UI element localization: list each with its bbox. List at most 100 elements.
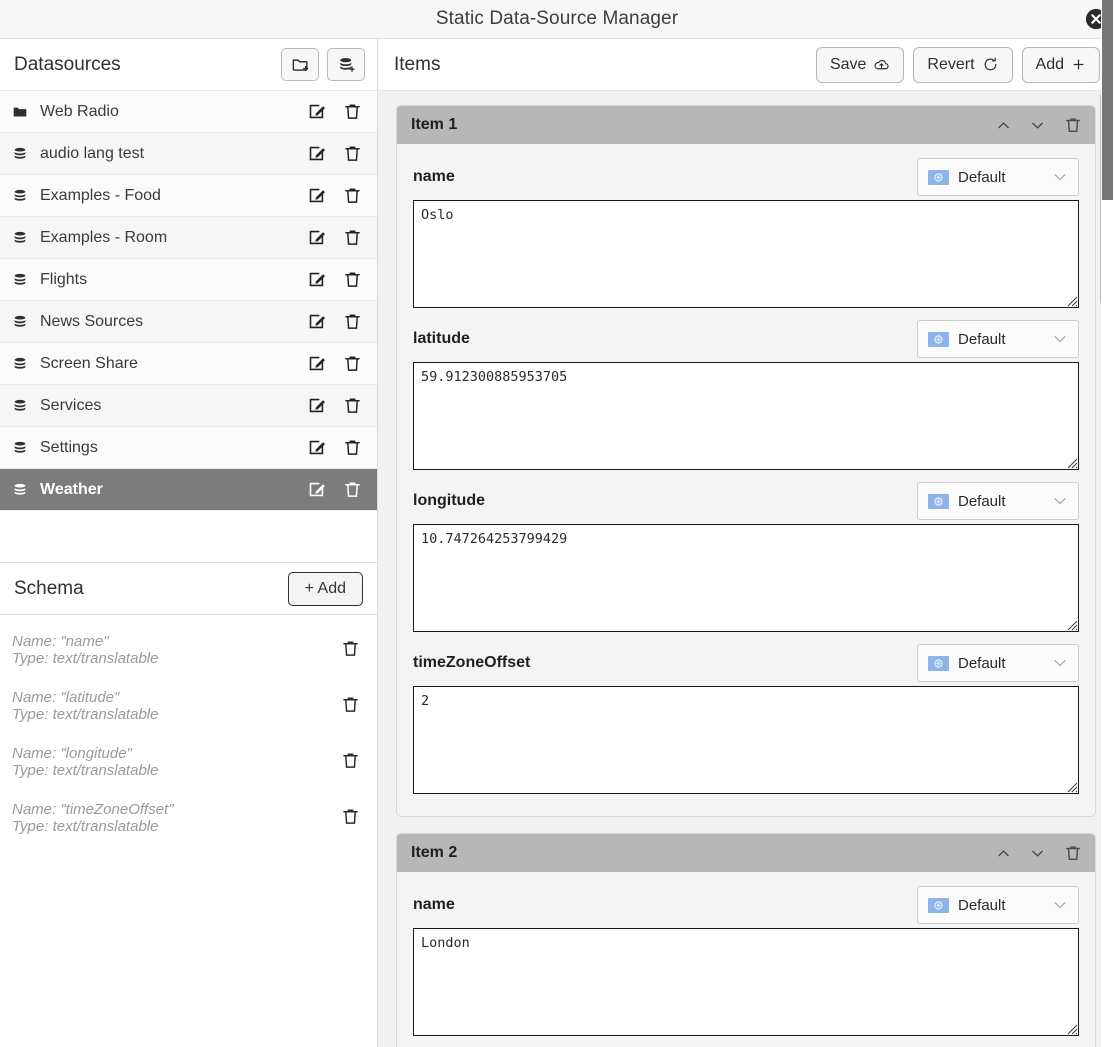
item-field-textarea-wrap	[413, 200, 1079, 308]
trash-icon[interactable]	[342, 269, 363, 290]
revert-button[interactable]: Revert	[913, 46, 1013, 83]
plus-icon	[1073, 59, 1084, 70]
schema-field-type: Type: text/translatable	[12, 706, 159, 723]
trash-icon[interactable]	[1063, 843, 1083, 863]
language-select[interactable]: Default	[917, 644, 1079, 682]
edit-pencil-icon[interactable]	[307, 479, 328, 500]
edit-pencil-icon[interactable]	[307, 437, 328, 458]
language-select[interactable]: Default	[917, 886, 1079, 924]
datasource-row[interactable]: audio lang test	[0, 133, 377, 175]
add-folder-button[interactable]	[281, 48, 319, 81]
database-icon	[12, 272, 34, 288]
language-select[interactable]: Default	[917, 482, 1079, 520]
edit-pencil-icon[interactable]	[307, 311, 328, 332]
revert-label: Revert	[927, 55, 975, 73]
trash-icon[interactable]	[340, 638, 361, 664]
item-card: Item 1nameDefaultlatitudeDefaultlongitud…	[396, 105, 1096, 817]
chevron-down-icon[interactable]	[1029, 845, 1046, 862]
trash-icon[interactable]	[342, 479, 363, 500]
datasource-list[interactable]: Web Radio audio lang test Examples - Food E…	[0, 91, 377, 563]
trash-icon[interactable]	[342, 227, 363, 248]
datasource-row[interactable]: News Sources	[0, 301, 377, 343]
page-title: Static Data-Source Manager	[435, 8, 679, 29]
add-datasource-button[interactable]	[327, 48, 365, 81]
item-field-row: latitude Default	[413, 316, 1079, 362]
sidebar: Datasources Web Radio audio lang test Ex…	[0, 39, 378, 1047]
datasource-row[interactable]: Services	[0, 385, 377, 427]
language-select[interactable]: Default	[917, 158, 1079, 196]
datasource-row[interactable]: Examples - Room	[0, 217, 377, 259]
schema-field-text: Name: "latitude" Type: text/translatable	[12, 689, 340, 724]
trash-icon[interactable]	[342, 143, 363, 164]
language-select[interactable]: Default	[917, 320, 1079, 358]
save-button[interactable]: Save	[815, 46, 905, 83]
trash-icon[interactable]	[340, 806, 361, 832]
item-field: name Default	[413, 882, 1079, 1036]
chevron-down-icon[interactable]	[1029, 117, 1046, 134]
chevron-up-icon[interactable]	[995, 845, 1012, 862]
trash-icon[interactable]	[342, 395, 363, 416]
database-icon	[12, 314, 34, 330]
window-scrollbar[interactable]	[1101, 0, 1114, 1047]
trash-icon[interactable]	[342, 185, 363, 206]
datasource-row[interactable]: Web Radio	[0, 91, 377, 133]
item-field-textarea-wrap	[413, 524, 1079, 632]
trash-icon[interactable]	[340, 750, 361, 776]
item-title: Item 1	[411, 116, 458, 133]
item-field-textarea[interactable]	[413, 200, 1079, 308]
edit-pencil-icon[interactable]	[307, 101, 328, 122]
item-card: Item 2 name Default	[396, 833, 1096, 1047]
item-field-label: timeZoneOffset	[413, 654, 531, 671]
edit-pencil-icon[interactable]	[307, 353, 328, 374]
trash-icon[interactable]	[1063, 115, 1083, 135]
items-scroll-area[interactable]: Item 1nameDefaultlatitudeDefaultlongitud…	[378, 91, 1114, 1047]
item-card-header: Item 1	[397, 106, 1095, 144]
edit-pencil-icon[interactable]	[307, 143, 328, 164]
database-icon	[12, 146, 34, 162]
language-select-value: Default	[958, 492, 1006, 510]
edit-pencil-icon[interactable]	[307, 227, 328, 248]
schema-field-text: Name: "name" Type: text/translatable	[12, 633, 340, 668]
chevron-down-icon	[1051, 654, 1069, 672]
un-flag-icon	[928, 331, 949, 347]
un-flag-icon	[928, 897, 949, 913]
schema-field-name: Name: "longitude"	[12, 745, 132, 763]
schema-field-row: Name: "name" Type: text/translatable	[0, 623, 377, 679]
item-title: Item 2	[411, 844, 458, 861]
items-panel: Items Save Revert Add Item 1 name Defaul…	[378, 39, 1114, 1047]
edit-pencil-icon[interactable]	[307, 395, 328, 416]
datasource-row[interactable]: Screen Share	[0, 343, 377, 385]
datasource-row[interactable]: Weather	[0, 469, 377, 511]
add-item-button[interactable]: Add	[1021, 46, 1100, 83]
database-icon	[12, 188, 34, 204]
item-field: timeZoneOffset Default	[413, 640, 1079, 794]
trash-icon[interactable]	[342, 311, 363, 332]
datasource-label: Web Radio	[40, 102, 119, 120]
edit-pencil-icon[interactable]	[307, 269, 328, 290]
item-field: latitude Default	[413, 316, 1079, 470]
trash-icon[interactable]	[340, 694, 361, 720]
item-field-textarea[interactable]	[413, 524, 1079, 632]
edit-pencil-icon[interactable]	[307, 185, 328, 206]
datasource-label: News Sources	[40, 312, 144, 330]
trash-icon[interactable]	[342, 101, 363, 122]
window-scrollbar-thumb[interactable]	[1102, 0, 1113, 200]
schema-field-type: Type: text/translatable	[12, 818, 159, 835]
datasource-row[interactable]: Examples - Food	[0, 175, 377, 217]
datasource-row[interactable]: Settings	[0, 427, 377, 469]
chevron-up-icon[interactable]	[995, 117, 1012, 134]
datasource-row[interactable]: Flights	[0, 259, 377, 301]
trash-icon[interactable]	[342, 437, 363, 458]
schema-field-name: Name: "timeZoneOffset"	[12, 801, 174, 819]
trash-icon[interactable]	[342, 353, 363, 374]
window-titlebar: Static Data-Source Manager	[0, 0, 1114, 39]
item-field-row: timeZoneOffset Default	[413, 640, 1079, 686]
schema-add-button[interactable]: + Add	[287, 571, 363, 606]
item-field-textarea[interactable]	[413, 928, 1079, 1036]
schema-field-text: Name: "longitude" Type: text/translatable	[12, 745, 340, 780]
item-field-textarea[interactable]	[413, 362, 1079, 470]
language-select-value: Default	[958, 654, 1006, 672]
schema-field-name: Name: "latitude"	[12, 689, 120, 707]
item-field-textarea[interactable]	[413, 686, 1079, 794]
chevron-down-icon	[1051, 896, 1069, 914]
